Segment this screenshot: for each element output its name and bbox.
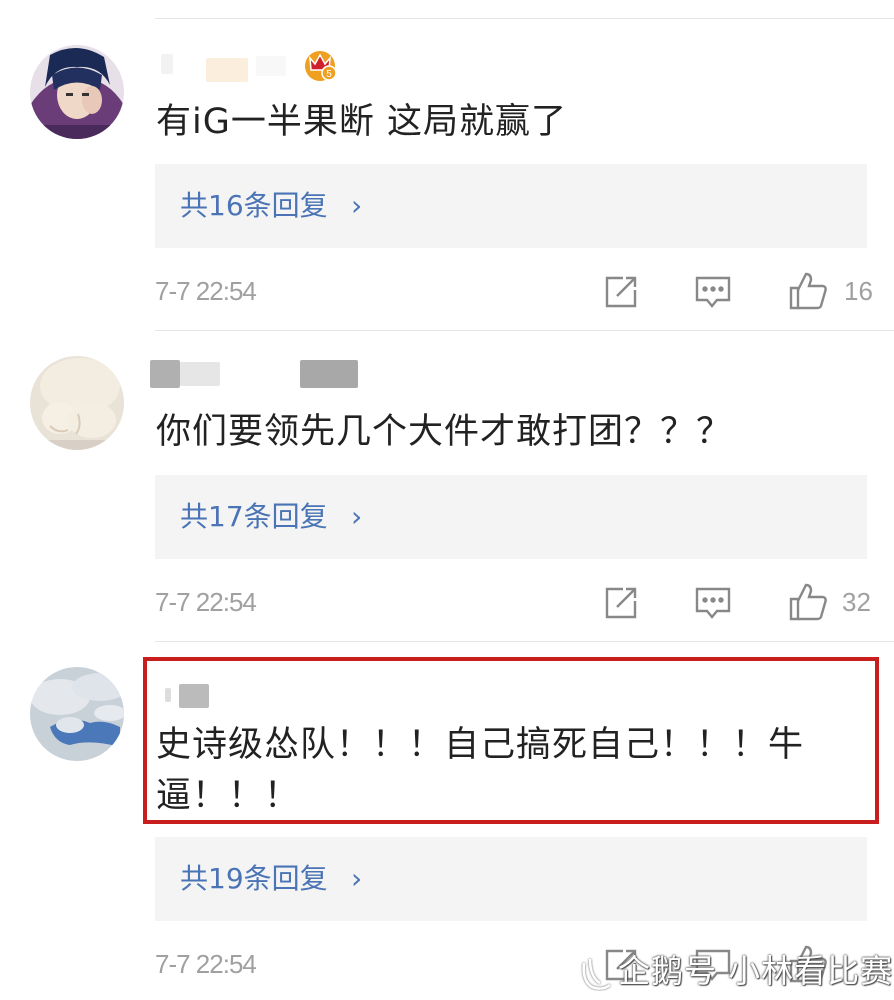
avatar[interactable] bbox=[30, 356, 124, 450]
avatar[interactable] bbox=[30, 667, 124, 761]
like-count: 16 bbox=[844, 276, 873, 306]
watermark: 企鹅号 小林看比赛 bbox=[618, 952, 894, 990]
thumbs-up-icon[interactable] bbox=[787, 270, 827, 310]
chevron-right-icon: › bbox=[351, 189, 363, 222]
reply-count-link[interactable]: 共19条回复 bbox=[180, 861, 328, 897]
thumbs-up-icon[interactable] bbox=[787, 581, 827, 621]
comment-text: 你们要领先几个大件才敢打团？？？ bbox=[156, 412, 733, 452]
share-icon[interactable] bbox=[601, 272, 641, 312]
avatar[interactable] bbox=[30, 45, 124, 139]
chevron-right-icon: › bbox=[351, 862, 363, 895]
divider bbox=[155, 641, 894, 642]
reply-box[interactable]: 共19条回复 › bbox=[155, 837, 867, 921]
like-count: 32 bbox=[842, 587, 871, 617]
chevron-right-icon: › bbox=[351, 500, 363, 533]
reply-box[interactable]: 共16条回复 › bbox=[155, 164, 867, 248]
comment-time: 7-7 22:54 bbox=[155, 276, 257, 306]
svg-text:5: 5 bbox=[326, 69, 332, 80]
crown-vip-icon: 5 bbox=[302, 46, 338, 82]
penguin-logo-icon bbox=[578, 955, 618, 991]
divider-top bbox=[155, 18, 894, 19]
share-icon[interactable] bbox=[601, 583, 641, 623]
comment-time: 7-7 22:54 bbox=[155, 587, 257, 617]
comment-icon[interactable] bbox=[693, 272, 733, 312]
comment-time: 7-7 22:54 bbox=[155, 949, 257, 979]
comment-icon[interactable] bbox=[693, 583, 733, 623]
comment-text: 有iG一半果断 这局就赢了 bbox=[156, 102, 567, 142]
username-redacted[interactable] bbox=[150, 360, 360, 390]
reply-box[interactable]: 共17条回复 › bbox=[155, 475, 867, 559]
reply-count-link[interactable]: 共16条回复 bbox=[180, 188, 328, 224]
divider bbox=[155, 330, 894, 331]
reply-count-link[interactable]: 共17条回复 bbox=[180, 499, 328, 535]
highlight-box bbox=[143, 657, 879, 824]
